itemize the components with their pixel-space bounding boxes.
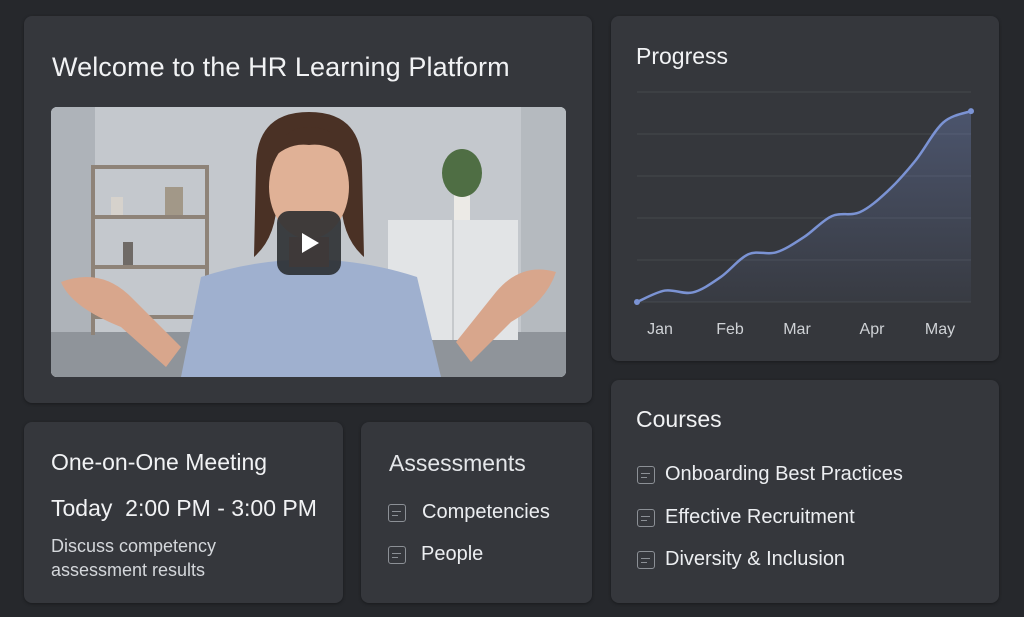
progress-card: Progress Jan Feb Mar Apr May <box>611 16 999 361</box>
assessments-card: Assessments Competencies People <box>361 422 592 603</box>
progress-chart: Jan Feb Mar Apr May <box>634 91 974 338</box>
course-item-diversity[interactable]: Diversity & Inclusion <box>637 548 845 571</box>
chart-tick-label: Apr <box>860 321 886 338</box>
courses-card: Courses Onboarding Best Practices Effect… <box>611 380 999 603</box>
assessments-title: Assessments <box>389 450 526 476</box>
document-icon <box>388 545 406 564</box>
assessment-item-people[interactable]: People <box>388 543 483 566</box>
document-icon <box>637 550 655 569</box>
chart-area-fill <box>637 111 971 302</box>
play-icon <box>302 233 319 253</box>
welcome-card: Welcome to the HR Learning Platform <box>24 16 592 403</box>
document-icon <box>388 503 406 522</box>
course-item-onboarding[interactable]: Onboarding Best Practices <box>637 463 903 486</box>
meeting-time: Today 2:00 PM - 3:00 PM <box>51 495 317 521</box>
meeting-description: Discuss competency assessment results <box>51 536 217 580</box>
meeting-card[interactable]: One-on-One Meeting Today 2:00 PM - 3:00 … <box>24 422 343 603</box>
chart-tick-label: Feb <box>716 321 744 338</box>
course-item-label: Effective Recruitment <box>665 506 855 528</box>
course-item-label: Diversity & Inclusion <box>665 548 846 570</box>
assessment-item-label: Competencies <box>422 501 550 523</box>
play-button[interactable] <box>277 211 341 275</box>
welcome-title: Welcome to the HR Learning Platform <box>52 52 510 82</box>
chart-point <box>968 108 974 115</box>
welcome-video[interactable] <box>51 107 566 377</box>
course-item-recruitment[interactable]: Effective Recruitment <box>637 506 855 529</box>
document-icon <box>637 465 655 484</box>
courses-title: Courses <box>636 406 722 432</box>
chart-point <box>634 299 640 305</box>
chart-tick-label: May <box>925 321 955 338</box>
assessment-item-competencies[interactable]: Competencies <box>388 501 550 524</box>
chart-tick-label: Mar <box>783 321 811 338</box>
chart-tick-label: Jan <box>647 321 673 338</box>
course-item-label: Onboarding Best Practices <box>665 463 903 485</box>
document-icon <box>637 508 655 527</box>
meeting-title: One-on-One Meeting <box>51 449 268 475</box>
assessment-item-label: People <box>421 543 484 565</box>
